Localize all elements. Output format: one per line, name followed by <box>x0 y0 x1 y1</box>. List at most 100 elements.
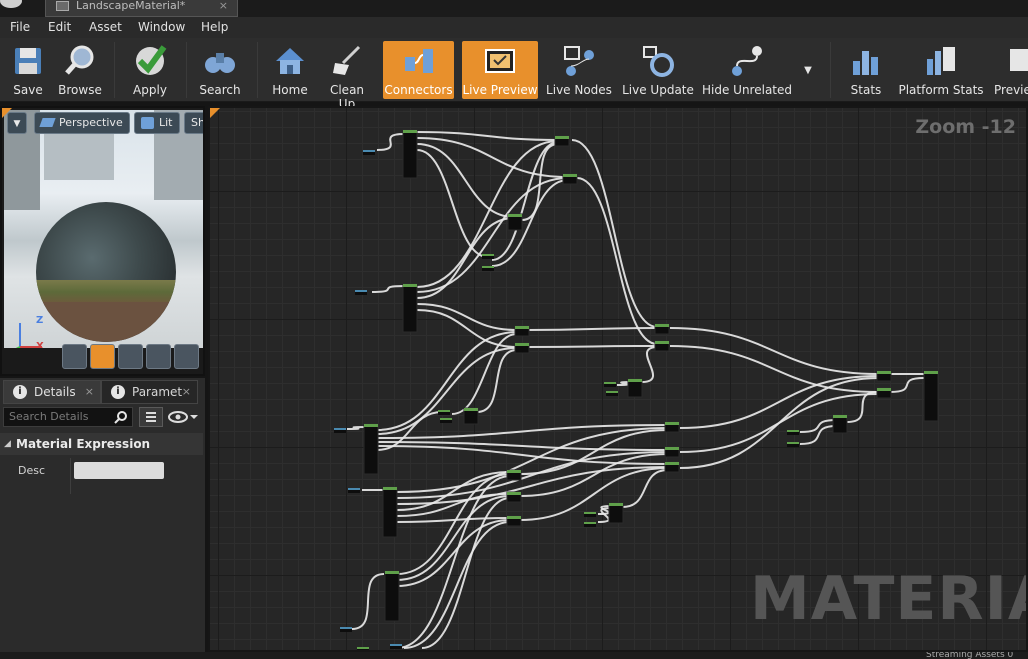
live-nodes-button[interactable]: Live Nodes <box>546 41 612 99</box>
math-node-header[interactable] <box>609 503 623 506</box>
menu-file[interactable]: File <box>10 20 30 34</box>
unreal-logo-icon[interactable] <box>0 0 22 8</box>
constant-node-header[interactable] <box>334 428 346 430</box>
lerp-node-header[interactable] <box>665 462 679 465</box>
texture-sample-node-header[interactable] <box>403 284 417 287</box>
constant-node-header[interactable] <box>482 254 494 256</box>
menu-asset[interactable]: Asset <box>89 20 122 34</box>
menu-edit[interactable]: Edit <box>48 20 71 34</box>
close-icon[interactable]: × <box>182 381 191 403</box>
apply-button[interactable]: Apply <box>124 41 176 99</box>
texture-sample-node[interactable] <box>402 283 418 333</box>
browse-button[interactable]: Browse <box>56 41 104 99</box>
math-node-header[interactable] <box>464 408 478 411</box>
math-node-header[interactable] <box>508 214 522 217</box>
search-button[interactable]: Search <box>196 41 244 99</box>
material-expression-section[interactable]: ◢ Material Expression <box>0 433 203 455</box>
constant-node-header[interactable] <box>348 488 360 490</box>
menu-help[interactable]: Help <box>201 20 228 34</box>
constant-node-header[interactable] <box>355 290 367 292</box>
viewport-toolbar: ▼ Perspective Lit Sh <box>4 112 203 134</box>
live-update-button[interactable]: Live Update <box>622 41 694 99</box>
clean-up-button[interactable]: Clean Up <box>320 41 374 111</box>
lerp-node-header[interactable] <box>877 388 891 391</box>
preview-button[interactable]: Previe <box>990 41 1028 99</box>
graph-wire <box>576 177 658 345</box>
math-node-header[interactable] <box>833 415 847 418</box>
stats-button[interactable]: Stats <box>840 41 892 99</box>
menu-window[interactable]: Window <box>138 20 185 34</box>
toolbar-more-dropdown[interactable]: ▼ <box>798 41 818 99</box>
lerp-node-header[interactable] <box>655 324 669 327</box>
lerp-node-header[interactable] <box>665 447 679 450</box>
lerp-node-header[interactable] <box>507 492 521 495</box>
home-label: Home <box>272 83 308 97</box>
constant-node-header[interactable] <box>584 522 596 524</box>
texture-sample-node[interactable] <box>363 423 379 475</box>
texture-sample-node[interactable] <box>384 570 400 622</box>
texture-sample-node[interactable] <box>382 486 398 538</box>
hide-unrelated-icon <box>732 46 762 76</box>
live-update-label: Live Update <box>622 83 694 97</box>
constant-node-header[interactable] <box>440 418 452 420</box>
home-button[interactable]: Home <box>266 41 314 99</box>
view-options-button[interactable] <box>167 407 201 427</box>
live-nodes-label: Live Nodes <box>546 83 612 97</box>
texture-sample-node[interactable] <box>402 129 418 179</box>
connectors-button[interactable]: Connectors <box>383 41 454 99</box>
live-preview-button[interactable]: Live Preview <box>462 41 538 99</box>
desc-input[interactable] <box>74 462 164 479</box>
tab-title: LandscapeMaterial* <box>76 0 186 12</box>
constant-node-header[interactable] <box>390 644 402 646</box>
material-output-node[interactable] <box>923 370 939 422</box>
show-button[interactable]: Sh <box>184 112 203 134</box>
texture-sample-node-header[interactable] <box>403 130 417 133</box>
save-button[interactable]: Save <box>4 41 52 99</box>
hide-unrelated-button[interactable]: Hide Unrelated <box>702 41 792 99</box>
details-tab-label: Details <box>34 385 76 399</box>
lerp-node-header[interactable] <box>507 516 521 519</box>
tab-parameters[interactable]: i Paramet × <box>101 380 198 404</box>
constant-node-header[interactable] <box>482 266 494 268</box>
cube-preview-icon[interactable] <box>146 344 171 369</box>
texture-sample-node-header[interactable] <box>364 424 378 427</box>
math-node-header[interactable] <box>628 379 642 382</box>
viewport-options-dropdown[interactable]: ▼ <box>7 112 27 134</box>
tab-details[interactable]: i Details × <box>3 380 101 404</box>
lerp-node-header[interactable] <box>563 174 577 177</box>
constant-node-header[interactable] <box>787 442 799 444</box>
constant-node-header[interactable] <box>363 150 375 152</box>
constant-node-header[interactable] <box>340 627 352 629</box>
constant-node-header[interactable] <box>584 512 596 514</box>
constant-node-header[interactable] <box>438 410 450 412</box>
preview-viewport[interactable]: Z X ▼ Perspective Lit Sh <box>0 106 205 376</box>
constant-node-header[interactable] <box>357 647 369 649</box>
constant-node-header[interactable] <box>787 430 799 432</box>
perspective-button[interactable]: Perspective <box>34 112 130 134</box>
teapot-preview-icon[interactable] <box>174 344 199 369</box>
platform-stats-button[interactable]: Platform Stats <box>898 41 984 99</box>
constant-node-header[interactable] <box>604 382 616 384</box>
constant-node-header[interactable] <box>606 391 618 393</box>
lit-button[interactable]: Lit <box>134 112 180 134</box>
lerp-node-header[interactable] <box>655 341 669 344</box>
lerp-node-header[interactable] <box>555 136 569 139</box>
lerp-node-header[interactable] <box>507 470 521 473</box>
close-icon[interactable]: × <box>85 381 94 403</box>
lerp-node-header[interactable] <box>665 422 679 425</box>
lerp-node-header[interactable] <box>515 343 529 346</box>
lerp-node-header[interactable] <box>877 371 891 374</box>
texture-sample-node-header[interactable] <box>385 571 399 574</box>
property-matrix-button[interactable] <box>139 407 163 427</box>
material-graph-canvas[interactable]: Zoom -12 MATERIAL <box>208 106 1028 652</box>
texture-sample-node-header[interactable] <box>383 487 397 490</box>
lerp-node-header[interactable] <box>515 326 529 329</box>
plane-preview-icon[interactable] <box>118 344 143 369</box>
search-icon[interactable] <box>114 410 128 424</box>
material-output-node-header[interactable] <box>924 371 938 374</box>
cylinder-preview-icon[interactable] <box>62 344 87 369</box>
tab-landscape-material[interactable]: LandscapeMaterial* × <box>45 0 238 17</box>
sphere-preview-icon[interactable] <box>90 344 115 369</box>
list-icon <box>146 412 156 422</box>
close-icon[interactable]: × <box>219 0 228 12</box>
